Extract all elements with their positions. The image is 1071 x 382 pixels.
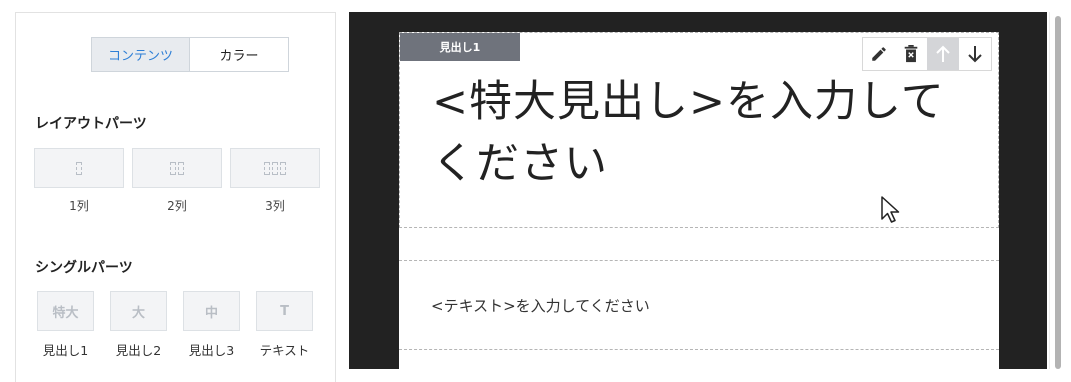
layout-parts-list: 1列 2列 3列 bbox=[34, 148, 320, 214]
single-part-heading2[interactable]: 大 見出し2 bbox=[110, 291, 167, 359]
delete-icon bbox=[904, 45, 918, 63]
layout-parts-title: レイアウトパーツ bbox=[35, 116, 147, 132]
tab-contents[interactable]: コンテンツ bbox=[92, 38, 190, 71]
single-parts-list: 特大 見出し1 大 見出し2 中 見出し3 T テキスト bbox=[37, 291, 313, 359]
layout-part-2col[interactable]: 2列 bbox=[132, 148, 222, 214]
edit-button[interactable] bbox=[863, 38, 895, 70]
move-down-icon bbox=[968, 46, 982, 63]
text-icon: T bbox=[256, 291, 313, 331]
heading1-icon: 特大 bbox=[37, 291, 94, 331]
single-part-label: 見出し3 bbox=[188, 343, 235, 358]
scrollbar-thumb[interactable] bbox=[1055, 16, 1061, 369]
block-type-tag: 見出し1 bbox=[400, 33, 520, 61]
layout-part-1col[interactable]: 1列 bbox=[34, 148, 124, 214]
editor-page: 見出し1 <特大見出し>を入力してください <テキスト>を入力してください bbox=[399, 32, 999, 369]
one-column-icon bbox=[34, 148, 124, 188]
single-part-heading3[interactable]: 中 見出し3 bbox=[183, 291, 240, 359]
layout-part-label: 1列 bbox=[69, 199, 89, 213]
heading-text[interactable]: <特大見出し>を入力してください bbox=[432, 71, 972, 195]
layout-part-3col[interactable]: 3列 bbox=[230, 148, 320, 214]
spacer-block[interactable] bbox=[399, 227, 999, 261]
single-part-label: 見出し1 bbox=[42, 343, 89, 358]
tab-colors[interactable]: カラー bbox=[190, 38, 288, 71]
heading2-icon: 大 bbox=[110, 291, 167, 331]
text-block[interactable]: <テキスト>を入力してください bbox=[399, 261, 999, 350]
two-column-icon bbox=[132, 148, 222, 188]
single-part-heading1[interactable]: 特大 見出し1 bbox=[37, 291, 94, 359]
layout-part-label: 2列 bbox=[167, 199, 187, 213]
delete-button[interactable] bbox=[895, 38, 927, 70]
mouse-cursor-icon bbox=[881, 196, 900, 223]
panel-tabs: コンテンツ カラー bbox=[91, 37, 289, 72]
single-parts-title: シングルパーツ bbox=[35, 260, 133, 276]
body-text[interactable]: <テキスト>を入力してください bbox=[431, 295, 650, 316]
three-column-icon bbox=[230, 148, 320, 188]
single-part-label: テキスト bbox=[259, 343, 310, 358]
move-down-button[interactable] bbox=[959, 38, 991, 70]
parts-panel: コンテンツ カラー レイアウトパーツ 1列 2列 3列 シングルパーツ 特大 見… bbox=[15, 12, 336, 382]
single-part-label: 見出し2 bbox=[115, 343, 162, 358]
move-up-button[interactable] bbox=[927, 38, 959, 70]
layout-part-label: 3列 bbox=[265, 199, 285, 213]
move-up-icon bbox=[936, 45, 950, 62]
block-toolbar bbox=[862, 37, 992, 71]
heading3-icon: 中 bbox=[183, 291, 240, 331]
edit-icon bbox=[872, 47, 886, 61]
single-part-text[interactable]: T テキスト bbox=[256, 291, 313, 359]
heading-block[interactable]: 見出し1 <特大見出し>を入力してください bbox=[399, 32, 999, 228]
